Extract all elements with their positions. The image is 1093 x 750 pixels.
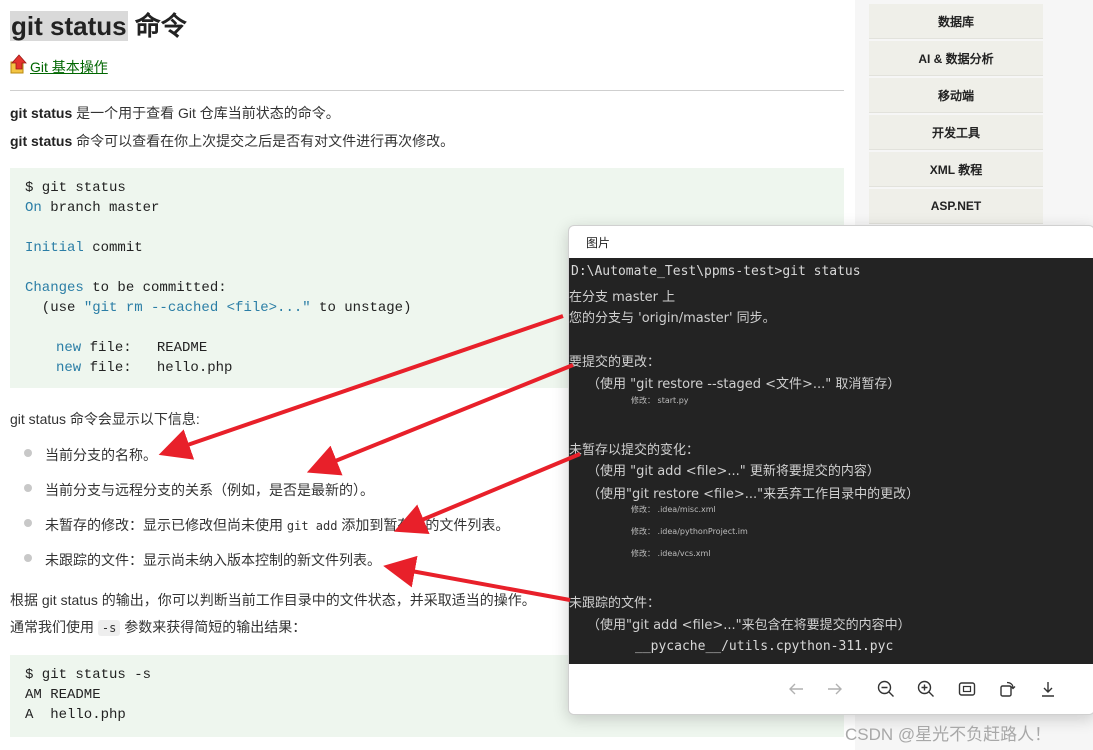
viewer-toolbar <box>569 664 1093 714</box>
breadcrumb: Git 基本操作 <box>10 54 108 77</box>
terminal-line: 修改： .idea/misc.xml <box>631 505 716 514</box>
viewer-title: 图片 <box>586 236 611 250</box>
breadcrumb-link-git-basics[interactable]: Git 基本操作 <box>30 57 108 77</box>
terminal-line: 未跟踪的文件： <box>569 596 661 611</box>
divider <box>10 90 844 91</box>
intro-paragraph-1: git status 是一个用于查看 Git 仓库当前状态的命令。 <box>10 103 340 123</box>
terminal-line: （使用 "git add <file>..." 更新将要提交的内容） <box>587 464 880 479</box>
zoom-out-icon[interactable] <box>875 678 897 700</box>
download-icon[interactable] <box>1037 678 1059 700</box>
intro-2-text: 命令可以查看在你上次提交之后是否有对文件进行再次修改。 <box>72 133 455 149</box>
page-title: git status 命令 <box>10 8 187 44</box>
bullet-icon <box>24 449 32 457</box>
sidebar-item-aspnet[interactable]: ASP.NET <box>869 189 1043 224</box>
sidebar-item-xml[interactable]: XML 教程 <box>869 152 1043 187</box>
fit-screen-icon[interactable] <box>956 678 978 700</box>
bullet-icon <box>24 484 32 492</box>
terminal-line: 未暂存以提交的变化： <box>569 443 700 458</box>
list-item: 未跟踪的文件：显示尚未纳入版本控制的新文件列表。 <box>45 552 381 568</box>
intro-1-text: 是一个用于查看 Git 仓库当前状态的命令。 <box>72 105 340 121</box>
terminal-line: （使用"git restore <file>..."来丢弃工作目录中的更改） <box>587 487 920 502</box>
page-title-rest: 命令 <box>127 11 187 41</box>
next-arrow-icon[interactable] <box>824 678 846 700</box>
terminal-line: （使用"git add <file>..."来包含在将要提交的内容中） <box>587 618 911 633</box>
sidebar-item-mobile[interactable]: 移动端 <box>869 78 1043 113</box>
bullet-icon <box>24 554 32 562</box>
zoom-in-icon[interactable] <box>915 678 937 700</box>
intro-2-bold: git status <box>10 133 73 149</box>
bullet-icon <box>24 519 32 527</box>
sidebar-item-ai-data[interactable]: AI & 数据分析 <box>869 41 1043 76</box>
terminal-line: 在分支 master 上 <box>569 290 676 305</box>
terminal-line: 修改： start.py <box>631 396 689 405</box>
terminal-line: 您的分支与 'origin/master' 同步。 <box>569 311 776 326</box>
list-item: 当前分支的名称。 <box>45 447 157 463</box>
intro-paragraph-2: git status 命令可以查看在你上次提交之后是否有对文件进行再次修改。 <box>10 131 454 151</box>
terminal-line: （使用 "git restore --staged <文件>..." 取消暂存） <box>587 377 901 392</box>
sidebar-item-dev-tools[interactable]: 开发工具 <box>869 115 1043 150</box>
terminal-line: __pycache__/utils.cpython-311.pyc <box>635 639 894 654</box>
terminal-screenshot: D:\Automate_Test\ppms-test>git status 在分… <box>569 258 1093 664</box>
previous-arrow-icon[interactable] <box>785 678 807 700</box>
csdn-watermark: CSDN @星光不负赶路人！ <box>845 725 1052 744</box>
sidebar-item-database[interactable]: 数据库 <box>869 4 1043 39</box>
list-item: 未暂存的修改：显示已修改但尚未使用 git add 添加到暂存区的文件列表。 <box>45 517 510 533</box>
short-output-paragraph: 通常我们使用 -s 参数来获得简短的输出结果： <box>10 619 307 636</box>
rotate-icon[interactable] <box>996 678 1018 700</box>
terminal-line: D:\Automate_Test\ppms-test>git status <box>571 264 861 279</box>
list-item: 当前分支与远程分支的关系（例如，是否是最新的）。 <box>45 482 374 498</box>
terminal-line: 修改： .idea/pythonProject.im <box>631 527 748 536</box>
info-heading: git status 命令会显示以下信息: <box>10 411 200 427</box>
output-paragraph: 根据 git status 的输出，你可以判断当前工作目录中的文件状态，并采取适… <box>10 592 536 608</box>
page-title-highlight: git status <box>10 11 128 41</box>
terminal-line: 修改： .idea/vcs.xml <box>631 549 711 558</box>
image-viewer-window: 图片 D:\Automate_Test\ppms-test>git status… <box>568 225 1093 715</box>
intro-1-bold: git status <box>10 105 73 121</box>
code-line: On branch master <box>25 200 160 216</box>
code-line: $ git status <box>25 180 126 196</box>
terminal-line: 要提交的更改： <box>569 355 661 370</box>
up-arrow-icon <box>10 54 28 77</box>
